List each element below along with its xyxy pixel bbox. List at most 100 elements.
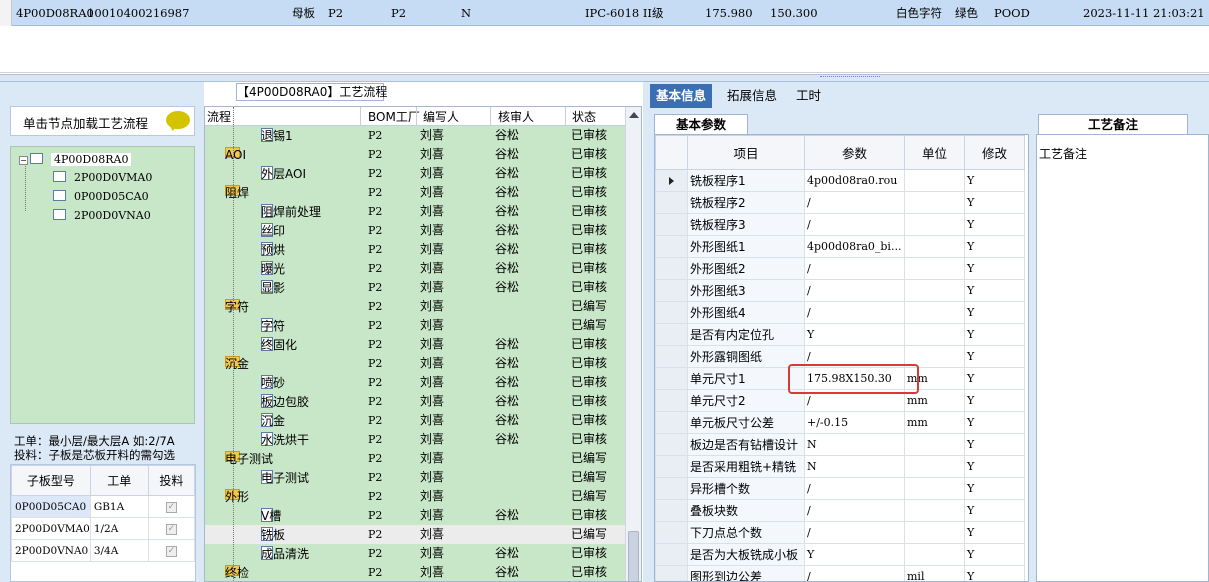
param-row[interactable]: 下刀点总个数 / Y	[655, 521, 1025, 544]
tab-basic-info[interactable]: 基本信息	[650, 84, 713, 108]
param-unit[interactable]: mil	[904, 565, 965, 581]
sub-order[interactable]: GB1A	[89, 495, 149, 518]
param-row[interactable]: 板边是否有钻槽设计 N Y	[655, 433, 1025, 456]
flow-row[interactable]: 丝印 P2 刘喜 谷松 已审核	[205, 221, 625, 240]
col-modify[interactable]: 修改	[964, 135, 1025, 170]
row-header[interactable]	[655, 301, 688, 324]
flow-row[interactable]: 电子测试 P2 刘喜 已编写	[205, 468, 625, 487]
param-value[interactable]: /	[804, 301, 905, 324]
col-writer[interactable]: 编写人	[423, 108, 459, 125]
process-notes-panel[interactable]: 工艺备注	[1036, 134, 1209, 582]
horizontal-splitter[interactable]	[0, 74, 1209, 82]
param-value[interactable]: N	[804, 433, 905, 456]
row-header[interactable]	[655, 389, 688, 412]
param-row[interactable]: 外形图纸1 4p00d08ra0_bi... Y	[655, 235, 1025, 258]
param-value[interactable]: /	[804, 191, 905, 214]
param-modify[interactable]: Y	[964, 191, 1025, 214]
param-unit[interactable]: mm	[904, 411, 965, 434]
row-header[interactable]	[655, 257, 688, 280]
row-header[interactable]	[655, 543, 688, 566]
param-row[interactable]: 叠板块数 / Y	[655, 499, 1025, 522]
flow-row[interactable]: 外层AOI P2 刘喜 谷松 已审核	[205, 164, 625, 183]
param-modify[interactable]: Y	[964, 389, 1025, 412]
flow-row[interactable]: −字符P2刘喜已编写	[205, 297, 625, 316]
row-selector[interactable]	[0, 0, 12, 26]
flow-row[interactable]: −阻焊P2刘喜谷松已审核	[205, 183, 625, 202]
param-modify[interactable]: Y	[964, 433, 1025, 456]
param-row[interactable]: 外形图纸3/ Y	[655, 279, 1025, 302]
row-header[interactable]	[655, 279, 688, 302]
param-modify[interactable]: Y	[964, 367, 1025, 390]
flow-row[interactable]: 水洗烘干 P2 刘喜 谷松 已审核	[205, 430, 625, 449]
row-header[interactable]	[655, 499, 688, 522]
flow-row[interactable]: 阻焊前处理 P2 刘喜 谷松 已审核	[205, 202, 625, 221]
param-value[interactable]: /	[804, 279, 905, 302]
param-value[interactable]: /	[804, 213, 905, 236]
param-modify[interactable]: Y	[964, 279, 1025, 302]
param-value[interactable]: /	[804, 257, 905, 280]
row-header[interactable]	[655, 521, 688, 544]
param-modify[interactable]: Y	[964, 213, 1025, 236]
row-header[interactable]	[655, 213, 688, 236]
param-modify[interactable]: Y	[964, 257, 1025, 280]
col-reviewer[interactable]: 核审人	[498, 108, 534, 125]
param-modify[interactable]: Y	[964, 301, 1025, 324]
flow-row[interactable]: 字符 P2 刘喜 已编写	[205, 316, 625, 335]
param-modify[interactable]: Y	[964, 455, 1025, 478]
flow-row[interactable]: V槽 P2 刘喜 谷松 已审核	[205, 506, 625, 525]
param-row[interactable]: 异形槽个数 / Y	[655, 477, 1025, 500]
row-header[interactable]	[655, 345, 688, 368]
param-unit[interactable]	[904, 477, 965, 500]
row-header[interactable]	[655, 169, 688, 192]
tree-node-child-1[interactable]: 2P00D0VMA0	[53, 170, 152, 186]
sub-order[interactable]: 1/2A	[89, 517, 149, 540]
flow-row[interactable]: 终固化 P2 刘喜 谷松 已审核	[205, 335, 625, 354]
row-header[interactable]	[655, 323, 688, 346]
param-unit[interactable]	[904, 279, 965, 302]
col-value[interactable]: 参数	[804, 135, 905, 170]
param-value[interactable]: Y	[804, 323, 905, 346]
feed-checkbox[interactable]: ✓	[165, 524, 177, 535]
param-modify[interactable]: Y	[964, 169, 1025, 192]
row-header[interactable]	[655, 565, 688, 581]
param-unit[interactable]	[904, 191, 965, 214]
param-row[interactable]: 是否有内定位孔 Y Y	[655, 323, 1025, 346]
param-modify[interactable]: Y	[964, 521, 1025, 544]
flow-row[interactable]: 板边包胶 P2 刘喜 谷松 已审核	[205, 392, 625, 411]
param-modify[interactable]: Y	[964, 323, 1025, 346]
flow-row[interactable]: 铣板 P2 刘喜 已编写	[205, 525, 625, 544]
feed-checkbox[interactable]: ✓	[165, 546, 177, 557]
param-row[interactable]: 是否采用粗铣+精铣 N Y	[655, 455, 1025, 478]
splitter-grip[interactable]	[820, 76, 880, 80]
param-modify[interactable]: Y	[964, 499, 1025, 522]
table-row[interactable]: 2P00D0VMA0 1/2A ✓	[11, 517, 196, 540]
param-row[interactable]: 单元尺寸1 175.98X150.30 mm Y	[655, 367, 1025, 390]
row-header[interactable]	[655, 235, 688, 258]
param-unit[interactable]	[904, 521, 965, 544]
param-value[interactable]: /	[804, 389, 905, 412]
feed-checkbox[interactable]: ✓	[165, 502, 177, 513]
param-modify[interactable]: Y	[964, 345, 1025, 368]
param-value[interactable]: 4p00d08ra0.rou	[804, 169, 905, 192]
flow-row[interactable]: 喷砂 P2 刘喜 谷松 已审核	[205, 373, 625, 392]
row-header[interactable]	[655, 367, 688, 390]
row-header[interactable]	[655, 477, 688, 500]
param-row[interactable]: 是否为大板铣成小板 Y Y	[655, 543, 1025, 566]
param-value[interactable]: 175.98X150.30	[804, 367, 905, 390]
param-unit[interactable]	[904, 323, 965, 346]
param-value[interactable]: Y	[804, 543, 905, 566]
row-header[interactable]	[655, 191, 688, 214]
tab-process-notes[interactable]: 工艺备注	[1038, 114, 1188, 134]
param-unit[interactable]	[904, 213, 965, 236]
flow-row[interactable]: −终检P2刘喜谷松已审核	[205, 563, 625, 581]
table-row[interactable]: 2P00D0VNA0 3/4A ✓	[11, 539, 196, 562]
param-value[interactable]: /	[804, 499, 905, 522]
param-unit[interactable]	[904, 433, 965, 456]
param-unit[interactable]	[904, 455, 965, 478]
scroll-up-icon[interactable]	[629, 112, 639, 118]
param-unit[interactable]	[904, 301, 965, 324]
flow-row[interactable]: 预烘 P2 刘喜 谷松 已审核	[205, 240, 625, 259]
top-grid-selected-row[interactable]: 4P00D08RA0 10010400216987 母板 P2 P2 N IPC…	[0, 0, 1209, 26]
param-modify[interactable]: Y	[964, 565, 1025, 581]
param-value[interactable]: 4p00d08ra0_bi...	[804, 235, 905, 258]
